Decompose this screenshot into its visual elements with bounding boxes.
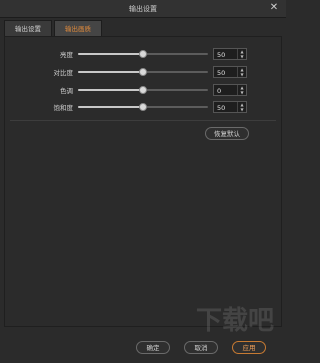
slider-row-brightness: 亮度 50 ▲ ▼ bbox=[0, 48, 286, 60]
brightness-slider[interactable] bbox=[78, 50, 208, 58]
slider-row-hue: 色调 0 ▲ ▼ bbox=[0, 84, 286, 96]
hue-down-arrow-icon[interactable]: ▼ bbox=[238, 90, 246, 95]
reset-defaults-button[interactable]: 恢复默认 bbox=[205, 127, 249, 140]
hue-slider[interactable] bbox=[78, 86, 208, 94]
contrast-slider[interactable] bbox=[78, 68, 208, 76]
hue-slider-thumb[interactable] bbox=[139, 86, 147, 94]
saturation-slider-thumb[interactable] bbox=[139, 103, 147, 111]
slider-row-contrast: 对比度 50 ▲ ▼ bbox=[0, 66, 286, 78]
hue-label: 色调 bbox=[60, 87, 73, 95]
saturation-slider[interactable] bbox=[78, 103, 208, 111]
brightness-slider-fill bbox=[78, 53, 143, 55]
hue-spinbox[interactable]: 0 ▲ ▼ bbox=[213, 84, 247, 96]
tab-content-panel bbox=[4, 37, 282, 327]
brightness-label: 亮度 bbox=[60, 51, 73, 59]
tab-output-quality[interactable]: 输出画质 bbox=[54, 20, 102, 36]
saturation-label: 饱和度 bbox=[53, 104, 74, 112]
section-divider bbox=[10, 120, 276, 121]
tab-bar: 输出设置 输出画质 bbox=[4, 20, 104, 36]
contrast-slider-thumb[interactable] bbox=[139, 68, 147, 76]
brightness-down-arrow-icon[interactable]: ▼ bbox=[238, 54, 246, 59]
brightness-slider-thumb[interactable] bbox=[139, 50, 147, 58]
saturation-value[interactable]: 50 bbox=[217, 104, 225, 112]
contrast-value[interactable]: 50 bbox=[217, 69, 225, 77]
window-title: 输出设置 bbox=[129, 5, 157, 13]
saturation-down-arrow-icon[interactable]: ▼ bbox=[238, 107, 246, 112]
dialog-footer: 确定 取消 应用 bbox=[0, 333, 286, 363]
contrast-slider-fill bbox=[78, 71, 143, 73]
saturation-spinbox[interactable]: 50 ▲ ▼ bbox=[213, 101, 247, 113]
hue-value[interactable]: 0 bbox=[217, 87, 221, 95]
close-icon[interactable]: ✕ bbox=[268, 2, 280, 14]
tab-output-settings[interactable]: 输出设置 bbox=[4, 20, 52, 36]
saturation-slider-fill bbox=[78, 106, 143, 108]
hue-slider-fill bbox=[78, 89, 143, 91]
ok-button[interactable]: 确定 bbox=[136, 341, 170, 354]
slider-row-saturation: 饱和度 50 ▲ ▼ bbox=[0, 101, 286, 113]
brightness-spinbox[interactable]: 50 ▲ ▼ bbox=[213, 48, 247, 60]
title-bar: 输出设置 ✕ bbox=[0, 0, 286, 18]
brightness-value[interactable]: 50 bbox=[217, 51, 225, 59]
contrast-label: 对比度 bbox=[53, 69, 74, 77]
apply-button[interactable]: 应用 bbox=[232, 341, 266, 354]
cancel-button[interactable]: 取消 bbox=[184, 341, 218, 354]
contrast-spinbox[interactable]: 50 ▲ ▼ bbox=[213, 66, 247, 78]
contrast-down-arrow-icon[interactable]: ▼ bbox=[238, 72, 246, 77]
